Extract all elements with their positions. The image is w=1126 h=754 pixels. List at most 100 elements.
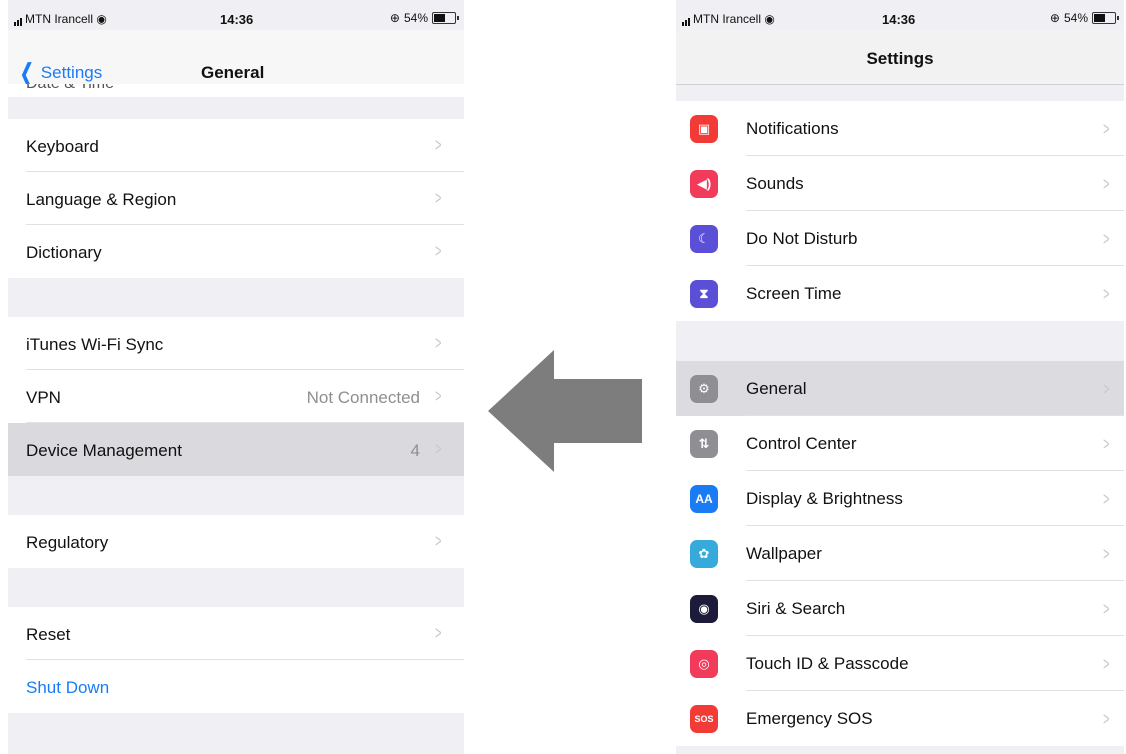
chevron-right-icon: > xyxy=(1103,434,1110,454)
page-title: General xyxy=(201,63,265,82)
list-item-shut-down[interactable]: Shut Down xyxy=(8,660,464,713)
aa-icon: AA xyxy=(690,485,718,513)
moon-icon: ☾ xyxy=(690,225,718,253)
chevron-left-icon: ❮ xyxy=(19,57,35,88)
row-label: Screen Time xyxy=(746,284,842,303)
status-bar: MTN Irancell ◉ 14:36 ⊕ 54% xyxy=(676,0,1124,30)
flower-icon: ✿ xyxy=(690,540,718,568)
battery-icon xyxy=(432,12,459,24)
row-label: Notifications xyxy=(746,119,839,138)
carrier: MTN Irancell ◉ xyxy=(682,12,775,26)
row-label: iTunes Wi-Fi Sync xyxy=(26,335,164,354)
settings-item-wallpaper[interactable]: ✿ Wallpaper > xyxy=(676,526,1124,581)
row-label: General xyxy=(746,379,807,398)
chevron-right-icon: > xyxy=(1103,654,1110,674)
row-label: Siri & Search xyxy=(746,599,846,618)
settings-item-general[interactable]: ⚙ General > xyxy=(676,361,1124,416)
chevron-right-icon: > xyxy=(435,386,442,406)
hourglass-icon: ⧗ xyxy=(690,280,718,308)
list-item-dictionary[interactable]: Dictionary > xyxy=(8,225,464,278)
gear-icon: ⚙ xyxy=(690,375,718,403)
carrier: MTN Irancell ◉ xyxy=(14,12,107,26)
chevron-right-icon: > xyxy=(1103,229,1110,249)
settings-screen: MTN Irancell ◉ 14:36 ⊕ 54% Settings ▣ Not… xyxy=(676,0,1124,754)
row-label: Touch ID & Passcode xyxy=(746,654,909,673)
chevron-right-icon: > xyxy=(1103,544,1110,564)
row-label: Do Not Disturb xyxy=(746,229,858,248)
chevron-right-icon: > xyxy=(1103,119,1110,139)
list-item-language-and-region[interactable]: Language & Region > xyxy=(8,172,464,225)
sounds-icon: ◀) xyxy=(690,170,718,198)
list-item-regulatory[interactable]: Regulatory > xyxy=(8,515,464,568)
row-label: Dictionary xyxy=(26,243,102,262)
list-item-device-management[interactable]: Device Management 4 > xyxy=(8,423,464,476)
settings-item-do-not-disturb[interactable]: ☾ Do Not Disturb > xyxy=(676,211,1124,266)
section-spacer xyxy=(8,476,464,515)
chevron-right-icon: > xyxy=(1103,284,1110,304)
settings-item-emergency-sos[interactable]: SOS Emergency SOS > xyxy=(676,691,1124,746)
status-time: 14:36 xyxy=(882,12,916,27)
list-item-keyboard[interactable]: Keyboard > xyxy=(8,119,464,172)
chevron-right-icon: > xyxy=(1103,489,1110,509)
settings-item-touch-id-and-passcode[interactable]: ◎ Touch ID & Passcode > xyxy=(676,636,1124,691)
battery-icon xyxy=(1092,12,1119,24)
chevron-right-icon: > xyxy=(435,439,442,459)
row-label: Date & Time xyxy=(26,84,114,93)
row-label: VPN xyxy=(26,388,61,407)
settings-item-notifications[interactable]: ▣ Notifications > xyxy=(676,101,1124,156)
section-spacer xyxy=(8,278,464,317)
row-label: Shut Down xyxy=(26,678,110,697)
chevron-right-icon: > xyxy=(435,623,442,643)
status-bar: MTN Irancell ◉ 14:36 ⊕ 54% xyxy=(8,0,464,30)
section-spacer xyxy=(8,568,464,607)
chevron-right-icon: > xyxy=(1103,709,1110,729)
row-label: Keyboard xyxy=(26,137,99,156)
row-label: Reset xyxy=(26,625,71,644)
page-title: Settings xyxy=(866,49,934,68)
chevron-right-icon: > xyxy=(435,135,442,155)
list-item-reset[interactable]: Reset > xyxy=(8,607,464,660)
row-label: Control Center xyxy=(746,434,857,453)
row-label: Regulatory xyxy=(26,533,109,552)
nav-bar: Settings xyxy=(676,30,1124,85)
row-label: Device Management xyxy=(26,441,182,460)
back-button[interactable]: ❮ Settings xyxy=(16,57,103,88)
row-label: Language & Region xyxy=(26,190,177,209)
chevron-right-icon: > xyxy=(1103,599,1110,619)
notifications-icon: ▣ xyxy=(690,115,718,143)
settings-item-display-and-brightness[interactable]: AA Display & Brightness > xyxy=(676,471,1124,526)
settings-item-control-center[interactable]: ⇅ Control Center > xyxy=(676,416,1124,471)
row-value: 4 xyxy=(410,441,420,460)
siri-icon: ◉ xyxy=(690,595,718,623)
fingerprint-icon: ◎ xyxy=(690,650,718,678)
list-item-itunes-wi-fi-sync[interactable]: iTunes Wi-Fi Sync > xyxy=(8,317,464,370)
chevron-right-icon: > xyxy=(1103,174,1110,194)
settings-item-siri-and-search[interactable]: ◉ Siri & Search > xyxy=(676,581,1124,636)
settings-item-screen-time[interactable]: ⧗ Screen Time > xyxy=(676,266,1124,321)
chevron-right-icon: > xyxy=(1103,379,1110,399)
status-time: 14:36 xyxy=(220,12,254,27)
chevron-right-icon: > xyxy=(435,188,442,208)
row-label: Emergency SOS xyxy=(746,709,873,728)
battery-percent: 54% xyxy=(403,11,428,25)
battery-status: ⊕ 54% xyxy=(389,11,459,25)
chevron-right-icon: > xyxy=(435,241,442,261)
settings-item-sounds[interactable]: ◀) Sounds > xyxy=(676,156,1124,211)
row-value: Not Connected xyxy=(306,388,420,407)
carrier-label: MTN Irancell xyxy=(693,12,762,26)
sos-icon: SOS xyxy=(690,705,718,733)
wifi-icon: ◉ xyxy=(96,12,107,26)
rotation-lock-icon: ⊕ xyxy=(389,11,400,25)
row-label: Sounds xyxy=(746,174,804,193)
left-arrow-icon xyxy=(488,350,642,472)
chevron-right-icon: > xyxy=(435,531,442,551)
row-label: Display & Brightness xyxy=(746,489,903,508)
chevron-right-icon: > xyxy=(435,333,442,353)
list-item-vpn[interactable]: VPN Not Connected > xyxy=(8,370,464,423)
list-item-date-time[interactable]: Date & Time xyxy=(8,84,464,97)
back-label: Settings xyxy=(40,63,103,82)
general-settings-screen: MTN Irancell ◉ 14:36 ⊕ 54% ❮ Settings Ge… xyxy=(8,0,464,754)
rotation-lock-icon: ⊕ xyxy=(1049,11,1060,25)
battery-percent: 54% xyxy=(1063,11,1088,25)
battery-status: ⊕ 54% xyxy=(1049,11,1119,25)
